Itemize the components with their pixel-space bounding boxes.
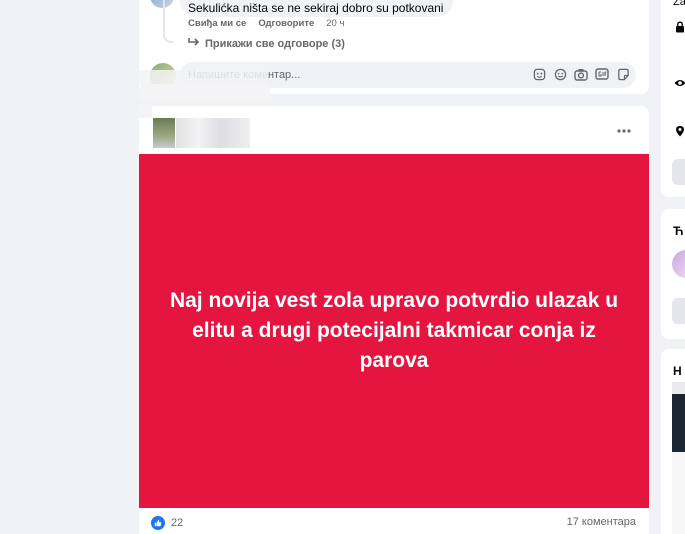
- show-all-replies-label: Прикажи све одговоре (3): [205, 37, 345, 50]
- comment-timestamp[interactable]: 20 ч: [326, 18, 344, 29]
- reply-thread-line: [163, 0, 173, 43]
- post-text-background[interactable]: Naj novija vest zola upravo potvrdio ula…: [139, 154, 649, 508]
- camera-icon[interactable]: [573, 66, 589, 82]
- post-more-options-button[interactable]: [612, 121, 636, 137]
- blur-overlay-composer: [138, 70, 268, 84]
- like-count: 22: [171, 517, 184, 529]
- sticker-icon[interactable]: [615, 66, 631, 82]
- sidebar-news-thumbnail[interactable]: [672, 382, 685, 534]
- gif-icon[interactable]: [594, 66, 610, 82]
- sidebar-about-text: Za: [673, 0, 685, 8]
- show-all-replies-button[interactable]: Прикажи све одговоре (3): [188, 37, 345, 50]
- comment-input-tools: [531, 66, 631, 82]
- location-pin-icon: [674, 125, 685, 137]
- comment-reply-button[interactable]: Одговорите: [258, 18, 314, 29]
- emoji-icon[interactable]: [552, 66, 568, 82]
- lock-icon: [674, 21, 685, 33]
- blur-overlay-gap: [140, 84, 270, 100]
- reply-arrow-icon: [188, 37, 200, 50]
- post-text: Naj novija vest zola upravo potvrdio ula…: [169, 289, 619, 372]
- reaction-summary[interactable]: 22: [151, 516, 183, 530]
- comment-actions: Свиђа ми се Одговорите 20 ч: [188, 18, 344, 29]
- avatar-sticker-icon[interactable]: [531, 66, 547, 82]
- ellipsis-icon: [617, 120, 631, 138]
- post-author-name[interactable]: [176, 118, 250, 148]
- comment-text: Sekulićka ništa se ne sekiraj dobro su p…: [188, 1, 444, 15]
- post-author-avatar[interactable]: [153, 118, 175, 148]
- comment-like-button[interactable]: Свиђа ми се: [188, 18, 246, 29]
- sidebar-news-title: Н: [673, 364, 682, 378]
- sidebar-section-title: Ћ: [673, 224, 684, 238]
- sidebar-action-button[interactable]: [672, 159, 685, 185]
- comment-bubble: Sekulićka ništa se ne sekiraj dobro su p…: [180, 0, 454, 17]
- comment-count-link[interactable]: 17 коментара: [567, 516, 636, 528]
- eye-icon: [674, 77, 685, 89]
- post-author-blur-left: [138, 104, 152, 118]
- like-reaction-icon: [151, 516, 165, 530]
- sidebar-section-button[interactable]: [672, 298, 685, 324]
